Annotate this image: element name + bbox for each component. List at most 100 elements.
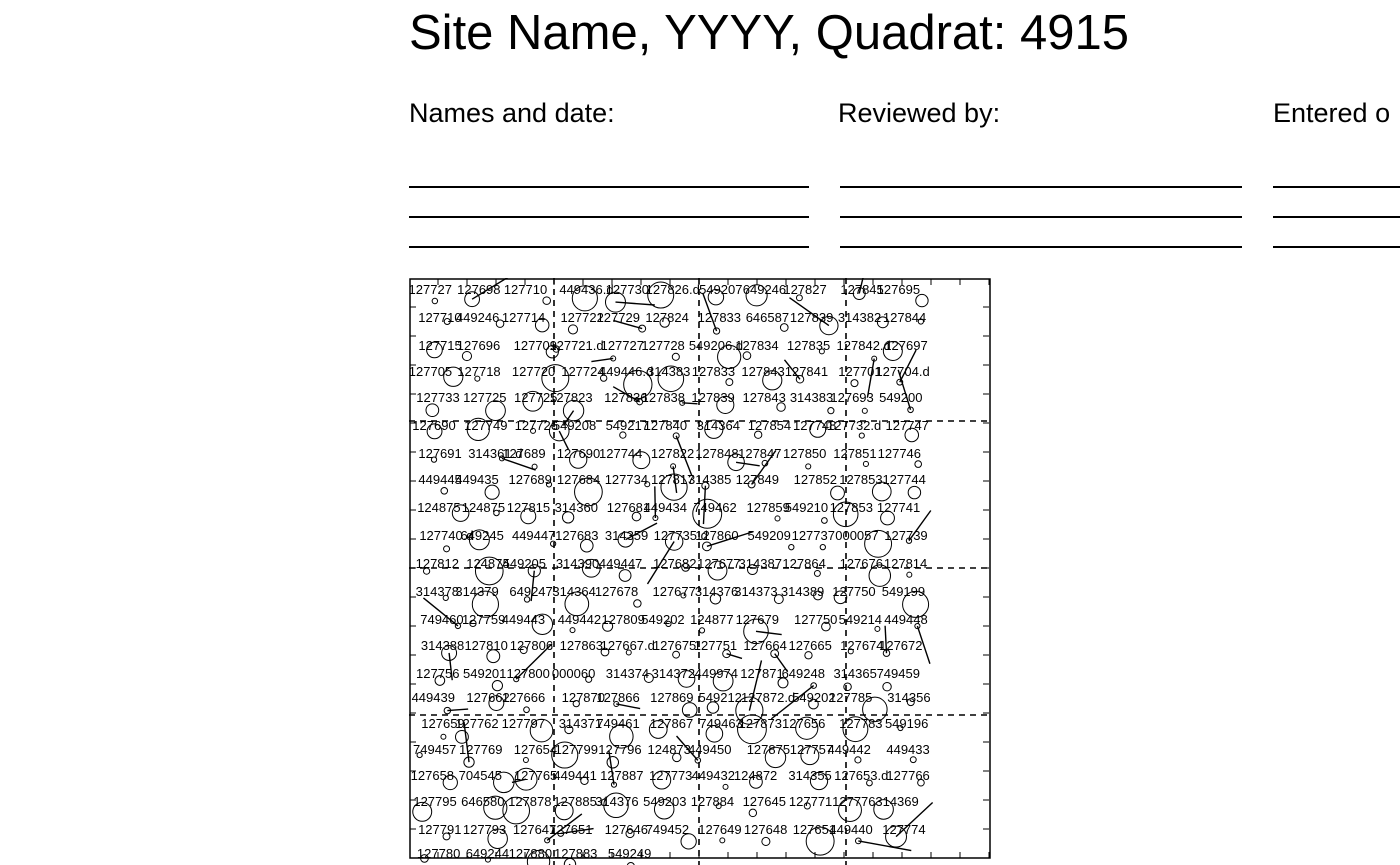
stem-tag-label: 127810 xyxy=(464,638,507,653)
stem-tag-label: 127697 xyxy=(884,338,927,353)
stem-tag-label: 314360 xyxy=(555,500,598,515)
stem-tag-label: 127815 xyxy=(507,500,550,515)
stem-tag-label: 549199 xyxy=(882,584,925,599)
stem-tag-label: 127835 xyxy=(787,338,830,353)
stem-symbol xyxy=(440,487,449,495)
stem-symbol xyxy=(748,808,758,818)
reviewed-signature-line xyxy=(840,186,1242,188)
stem-tag-label: 314383 xyxy=(647,364,690,379)
stem-lean-line xyxy=(858,840,912,852)
stem-tag-label: 127849 xyxy=(736,472,779,487)
stem-tag-label: 127730 xyxy=(606,282,649,297)
stem-tag-label: 649248 xyxy=(782,666,825,681)
stem-tag-label: 127864 xyxy=(782,556,825,571)
quadrat-map-svg: 127727 127698 127710 449436.d127730127826.d… xyxy=(409,278,991,865)
stem-tag-label: 127651 xyxy=(549,822,592,837)
stem-tag-label: 127866 xyxy=(596,690,639,705)
stem-tag-label: 449432 xyxy=(692,768,735,783)
stem-tag-label: 127718 xyxy=(457,364,500,379)
stem-tag-label: 124877 xyxy=(690,612,733,627)
stem-tag-label: 127690 xyxy=(412,418,455,433)
stem-tag-label: 314373 xyxy=(734,584,777,599)
stem-tag-label: 127833 xyxy=(698,310,741,325)
stem-tag-label: 314376 xyxy=(695,584,738,599)
stem-tag-label: 649245 xyxy=(460,528,503,543)
stem-tag-label: 127665 xyxy=(788,638,831,653)
stem-tag-label: 127762 xyxy=(455,716,498,731)
stem-tag-label: 127656 xyxy=(782,716,825,731)
stem-tag-label: 127664 xyxy=(743,638,786,653)
stem-tag-label: 127646 xyxy=(605,822,648,837)
stem-tag-label: 127751 xyxy=(694,638,737,653)
stem-tag-label: 127852 xyxy=(794,472,837,487)
stem-tag-label: 127834 xyxy=(735,338,778,353)
stem-tag-label: 127704.d xyxy=(875,364,929,379)
stem-tag-label: 127840 xyxy=(644,418,687,433)
stem-symbol xyxy=(761,836,771,847)
stem-tag-label: 127841 xyxy=(785,364,828,379)
stem-tag-label: 549196 xyxy=(885,716,928,731)
stem-tag-label: 314372 xyxy=(652,666,695,681)
stem-tag-label: 127667.d xyxy=(601,638,655,653)
stem-symbol xyxy=(698,627,706,634)
stem-tag-label: 127750 xyxy=(832,584,875,599)
stem-tag-label: 127714 xyxy=(502,310,545,325)
stem-tag-label: 127672 xyxy=(879,638,922,653)
stem-tag-label: 449446.d xyxy=(599,364,653,379)
entered-signature-line xyxy=(1273,246,1400,248)
stem-tag-label: 127869 xyxy=(650,690,693,705)
stem-tag-label: 549202 xyxy=(641,612,684,627)
stem-tag-label: 314355 xyxy=(788,768,831,783)
stem-tag-label: 127853 xyxy=(839,472,882,487)
stem-tag-label: 127691 xyxy=(418,446,461,461)
stem-tag-label: 127725 xyxy=(463,390,506,405)
stem-tag-label: 749460 xyxy=(420,612,463,627)
stem-tag-label: 314385 xyxy=(688,472,731,487)
stem-tag-label: 549209 xyxy=(747,528,790,543)
stem-tag-label: 127683 xyxy=(555,528,598,543)
stem-tag-label: 127859 xyxy=(747,500,790,515)
names-signature-line xyxy=(409,246,809,248)
stem-tag-label: 127823 xyxy=(549,390,592,405)
stem-tag-label: 127674 xyxy=(840,638,883,653)
reviewed-signature-line xyxy=(840,216,1242,218)
stem-symbol xyxy=(633,599,642,608)
stem-symbol xyxy=(567,324,579,335)
stem-symbol xyxy=(719,837,726,844)
stem-tag-label: 127658 xyxy=(411,768,454,783)
stem-tag-label: 127710 xyxy=(504,282,547,297)
stem-tag-label: 127721.d xyxy=(549,338,603,353)
stem-tag-label: 314388 xyxy=(421,638,464,653)
entered-signature-line xyxy=(1273,186,1400,188)
stem-symbol xyxy=(440,733,447,740)
stem-tag-label: 127705 xyxy=(409,364,452,379)
stem-tag-label: 127773 xyxy=(649,768,692,783)
stem-tag-label: 127690 xyxy=(557,446,600,461)
stem-tag-label: 549217 xyxy=(606,418,649,433)
stem-symbol xyxy=(854,756,862,764)
stem-tag-label: 127645 xyxy=(743,794,786,809)
stem-symbol xyxy=(725,378,734,387)
stem-tag-label: 127695 xyxy=(877,282,920,297)
stem-tag-label: 127677 xyxy=(697,556,740,571)
stem-tag-label: 127839 xyxy=(790,310,833,325)
stem-tag-label: 127756 xyxy=(416,666,459,681)
stem-tag-label: 127720 xyxy=(512,364,555,379)
stem-tag-label: 127875 xyxy=(747,742,790,757)
stem-tag-label: 646587 xyxy=(746,310,789,325)
stem-tag-label: 127693 xyxy=(830,390,873,405)
stem-tag-label: 127843 xyxy=(742,390,785,405)
stem-tag-label: 127759 xyxy=(462,612,505,627)
reviewed-signature-line xyxy=(840,246,1242,248)
stem-symbol xyxy=(522,757,529,764)
stem-tag-label: 124875 xyxy=(417,500,460,515)
stem-tag-label: 127780 xyxy=(417,846,460,861)
stem-tag-label: 127774 xyxy=(882,822,925,837)
stem-tag-label: 749463 xyxy=(699,716,742,731)
stem-symbol xyxy=(827,407,835,415)
stem-tag-label: 449443 xyxy=(502,612,545,627)
stem-symbol xyxy=(523,706,530,714)
stem-tag-label: 127648 xyxy=(744,822,787,837)
stem-lean-line xyxy=(615,301,655,306)
stem-symbol xyxy=(858,432,865,439)
